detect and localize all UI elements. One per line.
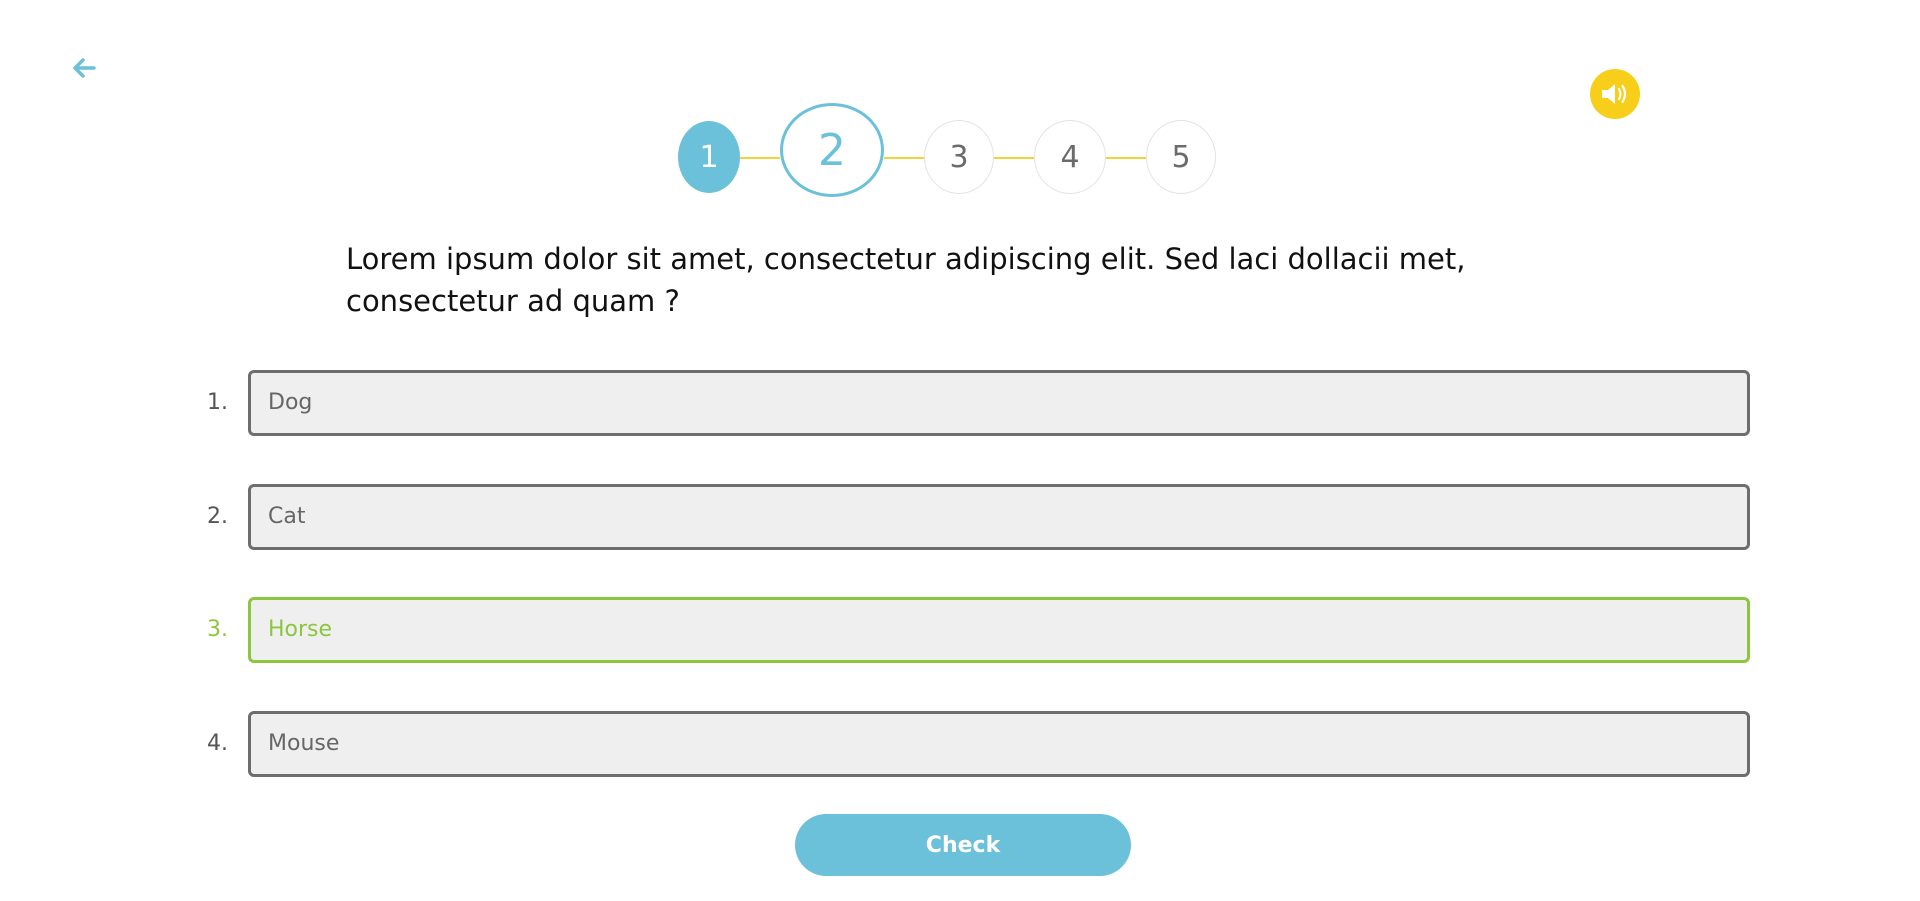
answer-option-3[interactable]: 3. Horse <box>200 597 1750 663</box>
option-label[interactable]: Mouse <box>248 711 1750 777</box>
step-1[interactable]: 1 <box>678 121 740 193</box>
step-number: 5 <box>1171 139 1191 175</box>
option-number: 3. <box>207 617 228 642</box>
answer-option-1[interactable]: 1. Dog <box>200 370 1750 436</box>
step-connector <box>740 157 780 159</box>
option-label[interactable]: Dog <box>248 370 1750 436</box>
option-number: 2. <box>207 504 228 529</box>
check-button[interactable]: Check <box>795 814 1131 876</box>
option-label[interactable]: Horse <box>248 597 1750 663</box>
step-number: 3 <box>949 139 969 175</box>
step-connector <box>994 157 1034 159</box>
step-connector <box>1106 157 1146 159</box>
step-number: 1 <box>699 139 719 175</box>
answer-option-4[interactable]: 4. Mouse <box>200 711 1750 777</box>
step-connector <box>884 157 924 159</box>
option-number: 4. <box>207 731 228 756</box>
step-5[interactable]: 5 <box>1146 120 1216 194</box>
step-number: 2 <box>818 124 846 176</box>
question-text: Lorem ipsum dolor sit amet, consectetur … <box>346 242 1466 318</box>
step-3[interactable]: 3 <box>924 120 994 194</box>
quiz-page: 1 2 3 4 5 Lorem ipsum dolor sit amet, co… <box>0 0 1920 901</box>
step-2[interactable]: 2 <box>780 103 884 197</box>
answer-option-2[interactable]: 2. Cat <box>200 484 1750 550</box>
step-4[interactable]: 4 <box>1034 120 1106 194</box>
option-number: 1. <box>207 390 228 415</box>
option-label[interactable]: Cat <box>248 484 1750 550</box>
step-number: 4 <box>1060 139 1080 175</box>
progress-stepper: 1 2 3 4 5 <box>0 0 1920 200</box>
